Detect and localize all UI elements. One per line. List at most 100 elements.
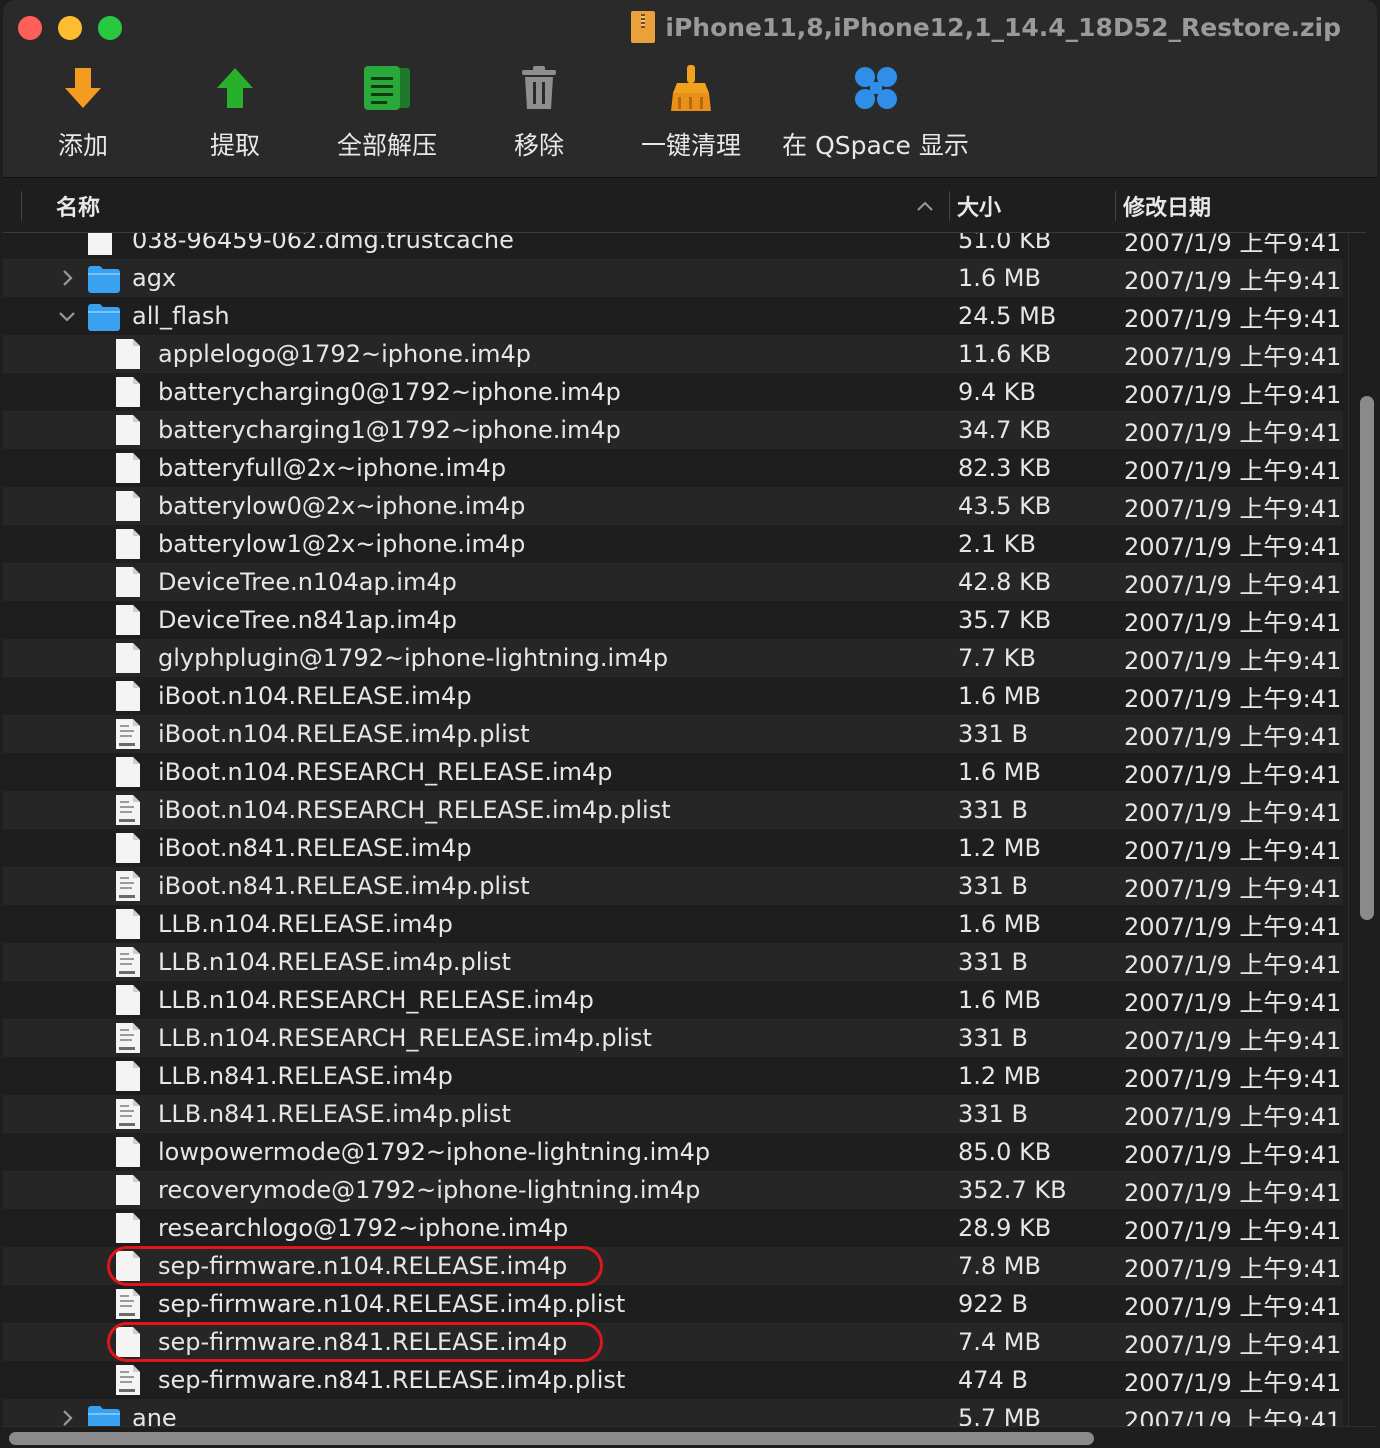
file-name: glyphplugin@1792~iphone-lightning.im4p	[158, 644, 669, 672]
file-size: 82.3 KB	[958, 454, 1052, 482]
file-row[interactable]: lowpowermode@1792~iphone-lightning.im4p 8…	[3, 1133, 1343, 1171]
file-size: 331 B	[958, 1100, 1028, 1128]
file-row[interactable]: DeviceTree.n841ap.im4p 35.7 KB 2007/1/9 上午…	[3, 601, 1343, 639]
file-row[interactable]: sep-firmware.n104.RELEASE.im4p 7.8 MB 2007…	[3, 1246, 1343, 1286]
file-row[interactable]: LLB.n104.RESEARCH_RELEASE.im4p.plist 331 …	[3, 1019, 1343, 1057]
file-row[interactable]: glyphplugin@1792~iphone-lightning.im4p 7.…	[3, 639, 1343, 677]
folder-row[interactable]: ane 5.7 MB 2007/1/9 上午9:41	[3, 1399, 1343, 1426]
one-click-clean-button[interactable]: 一键清理	[616, 58, 766, 162]
disclosure-expanded-icon[interactable]	[55, 297, 79, 335]
file-date-modified: 2007/1/9 上午9:41	[1124, 1026, 1342, 1055]
vertical-scrollbar[interactable]	[1348, 233, 1377, 1426]
close-window-button[interactable]	[18, 16, 42, 40]
plist-file-icon	[115, 718, 141, 750]
column-header: 名称 大小 修改日期	[3, 179, 1366, 233]
extract-all-button[interactable]: 全部解压	[312, 58, 462, 162]
file-row[interactable]: iBoot.n841.RELEASE.im4p 1.2 MB 2007/1/9 上午…	[3, 829, 1343, 867]
file-date-modified: 2007/1/9 上午9:41	[1124, 760, 1342, 789]
horizontal-scroll-thumb[interactable]	[9, 1432, 1094, 1445]
file-row[interactable]: iBoot.n104.RELEASE.im4p.plist 331 B 2007/1…	[3, 715, 1343, 753]
show-in-qspace-button[interactable]: 在 QSpace 显示	[782, 58, 969, 162]
folder-row[interactable]: all_flash 24.5 MB 2007/1/9 上午9:41	[3, 297, 1343, 335]
zoom-window-button[interactable]	[98, 16, 122, 40]
file-icon	[115, 566, 141, 598]
file-row[interactable]: LLB.n841.RELEASE.im4p.plist 331 B 2007/1/9…	[3, 1095, 1343, 1133]
file-date-modified: 2007/1/9 上午9:41	[1124, 1064, 1342, 1093]
file-icon	[115, 1136, 141, 1168]
vertical-scroll-thumb[interactable]	[1360, 396, 1374, 920]
column-divider[interactable]	[949, 191, 950, 221]
extract-button[interactable]: 提取	[160, 58, 310, 162]
file-date-modified: 2007/1/9 上午9:41	[1124, 1368, 1342, 1397]
file-name: iBoot.n841.RELEASE.im4p	[158, 834, 472, 862]
plist-file-icon	[115, 946, 141, 978]
file-row[interactable]: LLB.n104.RELEASE.im4p 1.6 MB 2007/1/9 上午9:…	[3, 905, 1343, 943]
disclosure-collapsed-icon[interactable]	[55, 1399, 79, 1426]
file-size: 1.6 MB	[958, 986, 1041, 1014]
minimize-window-button[interactable]	[58, 16, 82, 40]
file-icon	[115, 1060, 141, 1092]
file-name: sep-firmware.n104.RELEASE.im4p.plist	[158, 1290, 626, 1318]
date-modified-column-header[interactable]: 修改日期	[1123, 179, 1211, 233]
folder-icon	[87, 303, 121, 331]
file-icon	[115, 604, 141, 636]
size-column-header[interactable]: 大小	[957, 179, 1001, 233]
disclosure-collapsed-icon[interactable]	[55, 259, 79, 297]
name-column-header[interactable]: 名称	[56, 179, 100, 233]
plist-file-icon	[115, 794, 141, 826]
file-row[interactable]: LLB.n104.RESEARCH_RELEASE.im4p 1.6 MB 2007…	[3, 981, 1343, 1019]
file-row[interactable]: iBoot.n841.RELEASE.im4p.plist 331 B 2007/1…	[3, 867, 1343, 905]
file-size: 922 B	[958, 1290, 1028, 1318]
file-row[interactable]: DeviceTree.n104ap.im4p 42.8 KB 2007/1/9 上午…	[3, 563, 1343, 601]
file-row[interactable]: 038-96459-062.dmg.trustcache 51.0 KB 2007/…	[3, 233, 1343, 259]
add-button[interactable]: 添加	[8, 58, 158, 162]
file-date-modified: 2007/1/9 上午9:41	[1124, 798, 1342, 827]
file-row[interactable]: batterycharging0@1792~iphone.im4p 9.4 KB 2…	[3, 373, 1343, 411]
file-row[interactable]: batteryfull@2x~iphone.im4p 82.3 KB 2007/1/…	[3, 449, 1343, 487]
file-row[interactable]: recoverymode@1792~iphone-lightning.im4p 3…	[3, 1171, 1343, 1209]
file-row[interactable]: researchlogo@1792~iphone.im4p 28.9 KB 2007…	[3, 1209, 1343, 1247]
file-size: 11.6 KB	[958, 340, 1052, 368]
arrow-up-icon	[205, 58, 265, 118]
remove-button[interactable]: 移除	[464, 58, 614, 162]
file-date-modified: 2007/1/9 上午9:41	[1124, 646, 1342, 675]
file-row[interactable]: sep-firmware.n841.RELEASE.im4p.plist 474 …	[3, 1361, 1343, 1399]
file-date-modified: 2007/1/9 上午9:41	[1124, 1292, 1342, 1321]
file-size: 331 B	[958, 948, 1028, 976]
file-name: lowpowermode@1792~iphone-lightning.im4p	[158, 1138, 711, 1166]
file-row[interactable]: applelogo@1792~iphone.im4p 11.6 KB 2007/1/…	[3, 335, 1343, 373]
plist-file-icon	[115, 1288, 141, 1320]
file-date-modified: 2007/1/9 上午9:41	[1124, 456, 1342, 485]
file-date-modified: 2007/1/9 上午9:41	[1124, 874, 1342, 903]
file-row[interactable]: iBoot.n104.RESEARCH_RELEASE.im4p.plist 33…	[3, 791, 1343, 829]
file-row[interactable]: sep-firmware.n104.RELEASE.im4p.plist 922 …	[3, 1285, 1343, 1323]
file-name: batterylow0@2x~iphone.im4p	[158, 492, 526, 520]
file-row[interactable]: LLB.n841.RELEASE.im4p 1.2 MB 2007/1/9 上午9:…	[3, 1057, 1343, 1095]
file-date-modified: 2007/1/9 上午9:41	[1124, 1254, 1342, 1283]
show-in-qspace-button-label: 在 QSpace 显示	[782, 131, 969, 160]
file-row[interactable]: LLB.n104.RELEASE.im4p.plist 331 B 2007/1/9…	[3, 943, 1343, 981]
file-row[interactable]: batterylow1@2x~iphone.im4p 2.1 KB 2007/1/9…	[3, 525, 1343, 563]
file-list-rows: 038-96459-062.dmg.trustcache 51.0 KB 2007/…	[3, 233, 1343, 1426]
file-size: 1.2 MB	[958, 834, 1041, 862]
file-name: iBoot.n104.RESEARCH_RELEASE.im4p.plist	[158, 796, 671, 824]
file-icon	[115, 642, 141, 674]
file-row[interactable]: sep-firmware.n841.RELEASE.im4p 7.4 MB 2007…	[3, 1322, 1343, 1362]
file-row[interactable]: batterycharging1@1792~iphone.im4p 34.7 KB…	[3, 411, 1343, 449]
horizontal-scrollbar[interactable]	[3, 1426, 1377, 1448]
file-size: 34.7 KB	[958, 416, 1052, 444]
file-name: iBoot.n104.RESEARCH_RELEASE.im4p	[158, 758, 613, 786]
file-size: 331 B	[958, 1024, 1028, 1052]
file-date-modified: 2007/1/9 上午9:41	[1124, 1102, 1342, 1131]
file-date-modified: 2007/1/9 上午9:41	[1124, 266, 1342, 295]
file-date-modified: 2007/1/9 上午9:41	[1124, 608, 1342, 637]
column-divider[interactable]	[1115, 191, 1116, 221]
file-row[interactable]: iBoot.n104.RELEASE.im4p 1.6 MB 2007/1/9 上午…	[3, 677, 1343, 715]
file-list[interactable]: 038-96459-062.dmg.trustcache 51.0 KB 2007/…	[3, 233, 1343, 1426]
file-name: LLB.n841.RELEASE.im4p	[158, 1062, 453, 1090]
folder-row[interactable]: agx 1.6 MB 2007/1/9 上午9:41	[3, 259, 1343, 297]
file-row[interactable]: iBoot.n104.RESEARCH_RELEASE.im4p 1.6 MB 20…	[3, 753, 1343, 791]
file-row[interactable]: batterylow0@2x~iphone.im4p 43.5 KB 2007/1/…	[3, 487, 1343, 525]
file-name: sep-firmware.n841.RELEASE.im4p.plist	[158, 1366, 626, 1394]
file-name: iBoot.n104.RELEASE.im4p	[158, 682, 472, 710]
